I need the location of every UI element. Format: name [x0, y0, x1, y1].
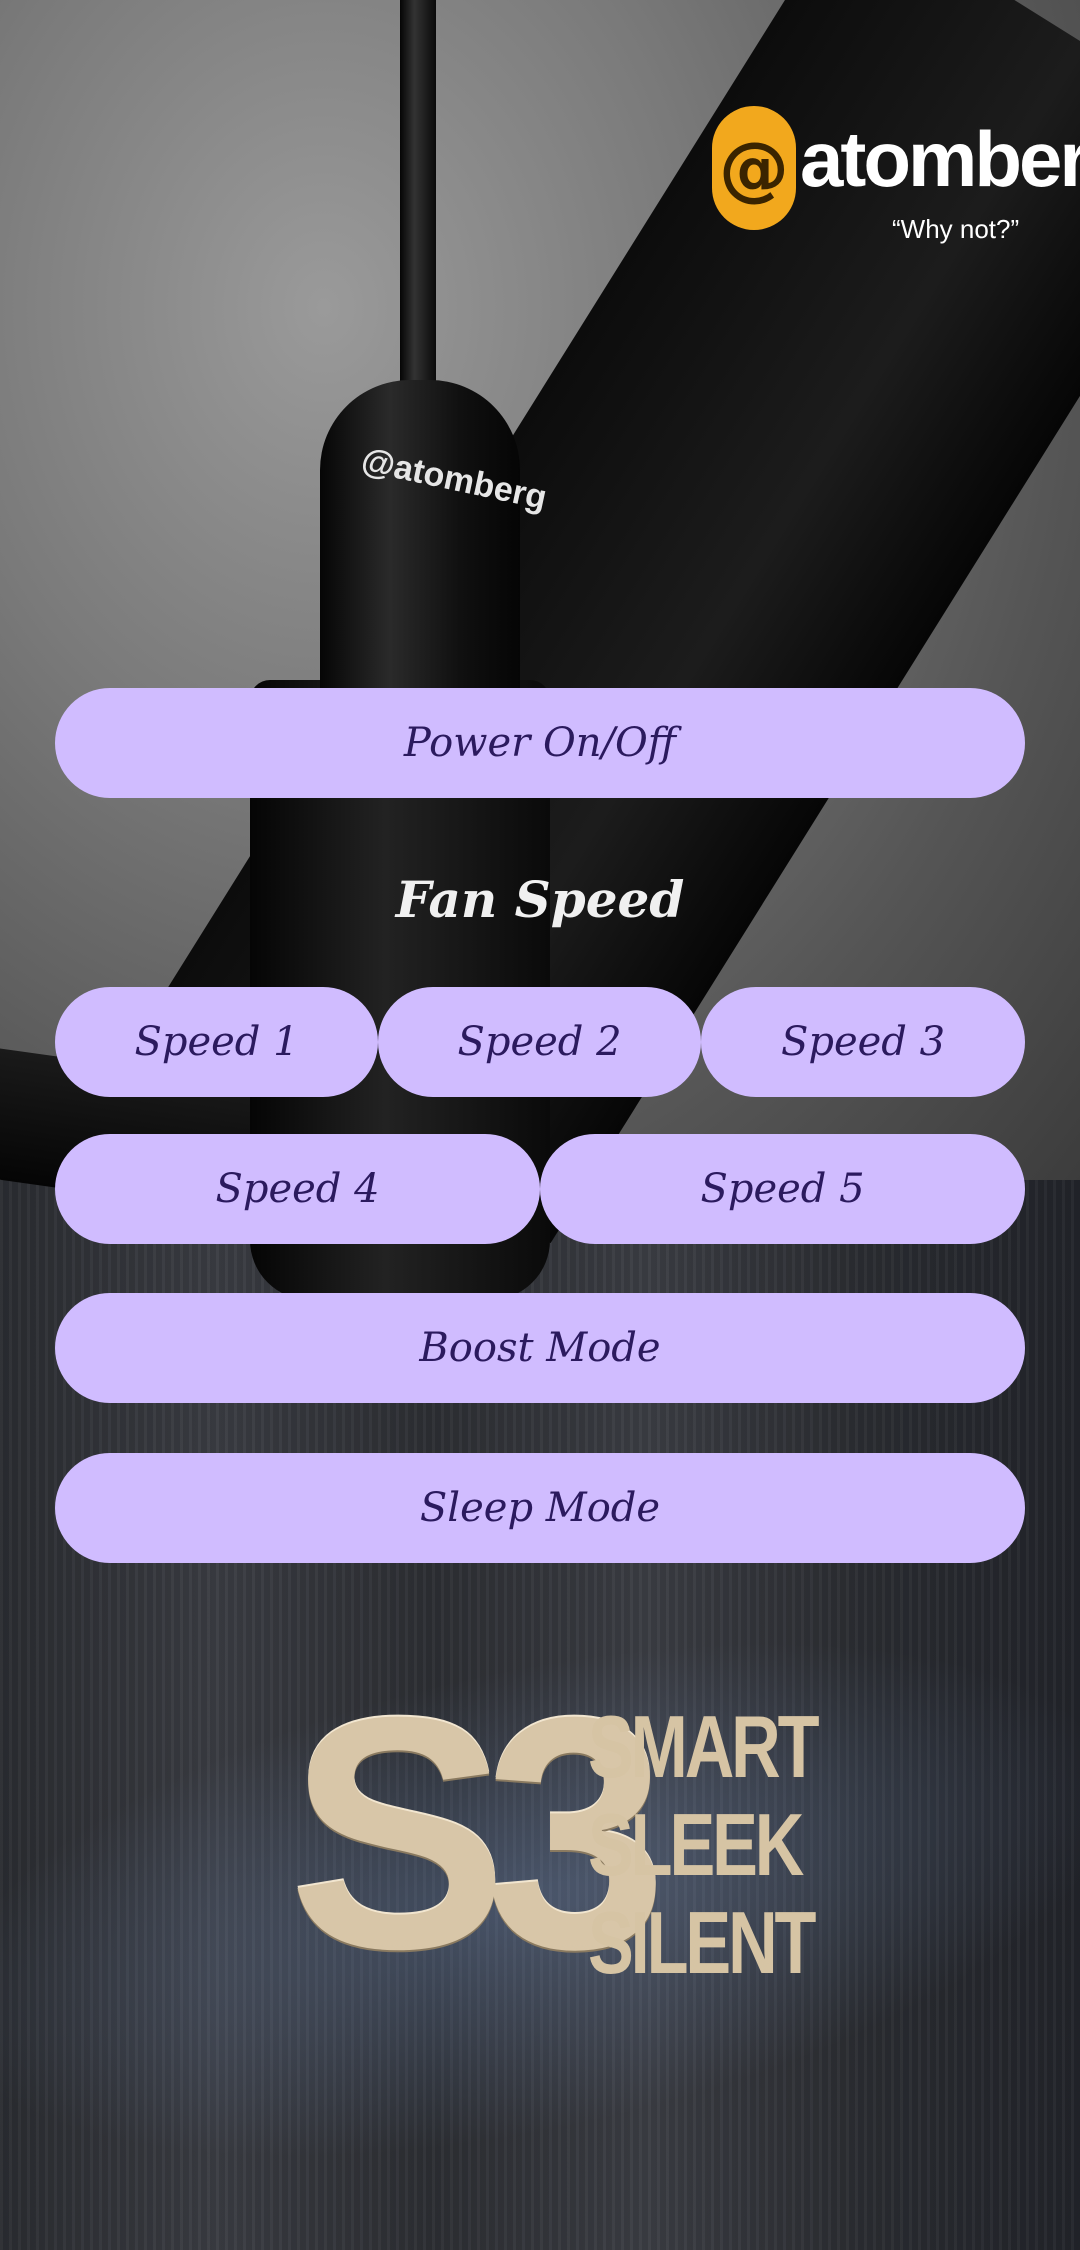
brand-logo: @ atomberg “Why not?” — [712, 106, 1080, 256]
logo-tagline: “Why not?” — [892, 214, 1020, 244]
s3-word-smart: SMART — [588, 1697, 820, 1796]
fan-speed-title: Fan Speed — [395, 870, 685, 929]
boost-mode-button[interactable]: Boost Mode — [55, 1293, 1025, 1403]
sleep-mode-button[interactable]: Sleep Mode — [55, 1453, 1025, 1563]
s3-word-sleek: SLEEK — [588, 1795, 804, 1894]
s3-badge: S3 SMART SLEEK SILENT — [288, 1668, 820, 1998]
fan-downrod — [400, 0, 436, 420]
speed-1-button[interactable]: Speed 1 — [55, 987, 378, 1097]
power-toggle-button[interactable]: Power On/Off — [55, 688, 1025, 798]
logo-at-icon: @ — [712, 106, 796, 230]
logo-wordmark: atomberg — [800, 115, 1080, 203]
speed-5-button[interactable]: Speed 5 — [540, 1134, 1025, 1244]
speed-4-button[interactable]: Speed 4 — [55, 1134, 540, 1244]
speed-3-button[interactable]: Speed 3 — [701, 987, 1025, 1097]
s3-word-silent: SILENT — [588, 1893, 816, 1992]
fan-canopy — [320, 380, 520, 710]
speed-2-button[interactable]: Speed 2 — [378, 987, 701, 1097]
s3-feature-words: SMART SLEEK SILENT — [588, 1698, 881, 1992]
